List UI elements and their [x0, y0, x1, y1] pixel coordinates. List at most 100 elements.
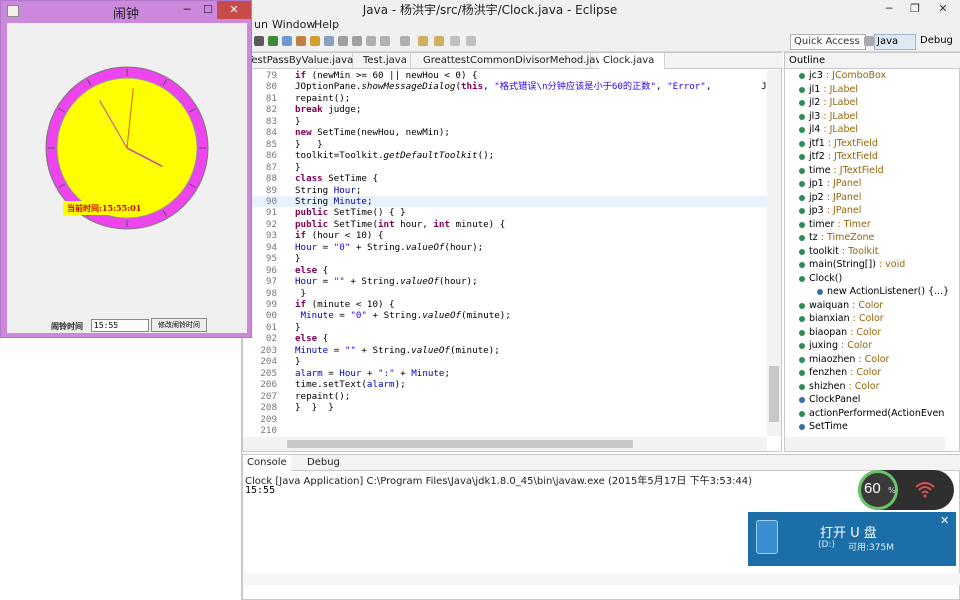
outline-item[interactable]: time : JTextField: [799, 164, 884, 178]
code-line[interactable]: 205 alarm = Hour + ":" + Minute;: [243, 368, 767, 379]
outline-item[interactable]: fenzhen : Color: [799, 366, 881, 380]
package-icon[interactable]: [310, 36, 320, 46]
outline-item[interactable]: jtf2 : JTextField: [799, 150, 878, 164]
code-line[interactable]: 79 if (newMin >= 60 || newHou < 0) {: [243, 70, 767, 81]
wifi-icon[interactable]: [914, 479, 936, 499]
code-line[interactable]: 83}: [243, 116, 767, 127]
outline-item[interactable]: tz : TimeZone: [799, 231, 874, 245]
outline-item[interactable]: waiquan : Color: [799, 299, 883, 313]
code-line[interactable]: 02 else {: [243, 333, 767, 344]
outline-item[interactable]: jtf1 : JTextField: [799, 137, 878, 151]
code-line[interactable]: 89 String Hour;: [243, 185, 767, 196]
close-button[interactable]: ✕: [930, 0, 956, 17]
close-icon[interactable]: ✕: [940, 514, 949, 527]
outline-item[interactable]: jp1 : JPanel: [799, 177, 861, 191]
code-line[interactable]: 84 new SetTime(newHou, newMin);: [243, 127, 767, 138]
performance-gauge[interactable]: 60 %: [858, 470, 954, 510]
perspective-java-button[interactable]: Java: [874, 34, 916, 50]
code-line[interactable]: 95}: [243, 253, 767, 264]
code-line[interactable]: 85} }: [243, 139, 767, 150]
change-alarm-button[interactable]: 修改闹铃时间: [151, 318, 207, 332]
open-perspective-icon[interactable]: [864, 36, 874, 46]
code-line[interactable]: 98 }: [243, 288, 767, 299]
code-line[interactable]: 80 JOptionPane.showMessageDialog(this, "格…: [243, 81, 767, 92]
code-line[interactable]: 93 if (hour < 10) {: [243, 230, 767, 241]
tools-icon[interactable]: [296, 36, 306, 46]
debug-icon[interactable]: [282, 36, 292, 46]
outline-item[interactable]: jp2 : JPanel: [799, 191, 861, 205]
outline-item[interactable]: SetTime: [799, 420, 848, 434]
editor-horizontal-thumb[interactable]: [287, 440, 633, 448]
code-line[interactable]: 81 repaint();: [243, 93, 767, 104]
code-line[interactable]: 92 public SetTime(int hour, int minute) {: [243, 219, 767, 230]
clock-close-button[interactable]: ✕: [217, 1, 251, 19]
code-line[interactable]: 86 toolkit=Toolkit.getDefaultToolkit();: [243, 150, 767, 161]
code-line[interactable]: 01}: [243, 322, 767, 333]
outline-item[interactable]: timer : Timer: [799, 218, 871, 232]
clock-minimize-button[interactable]: ─: [175, 1, 199, 19]
outline-item[interactable]: bianxian : Color: [799, 312, 884, 326]
tab-clock[interactable]: Clock.java: [599, 53, 665, 69]
console-horizontal-scrollbar[interactable]: [243, 573, 960, 585]
maximize-button[interactable]: ❐: [902, 0, 928, 17]
outline-horizontal-scrollbar[interactable]: [785, 437, 945, 451]
outline-item[interactable]: new ActionListener() {...}: [817, 285, 949, 299]
editor-horizontal-scrollbar[interactable]: [243, 437, 767, 451]
outline-item[interactable]: toolkit : Toolkit: [799, 245, 878, 259]
search-icon[interactable]: [324, 36, 334, 46]
code-line[interactable]: 82 break judge;: [243, 104, 767, 115]
tab-console[interactable]: Console: [243, 455, 291, 471]
tab-gcd-method[interactable]: GreattestCommonDivisorMehod.java: [419, 53, 607, 69]
code-line[interactable]: 208} } }: [243, 402, 767, 413]
outline-item[interactable]: jl1 : JLabel: [799, 83, 858, 97]
tab-testpassbyvalue[interactable]: TestPassByValue.java: [243, 53, 353, 69]
quick-access-input[interactable]: Quick Access: [790, 34, 866, 50]
clock-maximize-button[interactable]: ☐: [199, 1, 217, 19]
code-line[interactable]: 203 Minute = "" + String.valueOf(minute);: [243, 345, 767, 356]
code-line[interactable]: 90 String Minute;: [243, 195, 767, 208]
code-line[interactable]: 210: [243, 425, 767, 436]
alarm-time-input[interactable]: 15:55: [91, 319, 149, 332]
forward-icon[interactable]: [434, 36, 444, 46]
format-icon[interactable]: [366, 36, 376, 46]
back-icon[interactable]: [418, 36, 428, 46]
code-line[interactable]: 97 Hour = "" + String.valueOf(hour);: [243, 276, 767, 287]
code-line[interactable]: 91 public SetTime() { }: [243, 207, 767, 218]
annotation-icon[interactable]: [338, 36, 348, 46]
outline-item[interactable]: miaozhen : Color: [799, 353, 889, 367]
code-line[interactable]: 209: [243, 414, 767, 425]
perspective-debug-button[interactable]: Debug: [920, 34, 960, 50]
minimize-button[interactable]: ─: [876, 0, 902, 17]
editor-vertical-scrollbar[interactable]: [767, 70, 781, 436]
code-line[interactable]: 206 time.setText(alarm);: [243, 379, 767, 390]
outline-item[interactable]: Clock(): [799, 272, 842, 286]
menu-window[interactable]: Window: [272, 18, 315, 31]
nav-icon[interactable]: [450, 36, 460, 46]
editor-vertical-thumb[interactable]: [769, 366, 779, 422]
mark-icon[interactable]: [380, 36, 390, 46]
code-line[interactable]: 99 if (minute < 10) {: [243, 299, 767, 310]
new-icon[interactable]: [254, 36, 264, 46]
outline-item[interactable]: biaopan : Color: [799, 326, 881, 340]
code-line[interactable]: 204}: [243, 356, 767, 367]
tab-test[interactable]: Test.java: [359, 53, 411, 69]
outline-item[interactable]: juxing : Color: [799, 339, 872, 353]
code-line[interactable]: 96 else {: [243, 265, 767, 276]
run-icon[interactable]: [268, 36, 278, 46]
outline-item[interactable]: main(String[]) : void: [799, 258, 905, 272]
code-line[interactable]: 88 class SetTime {: [243, 173, 767, 184]
outline-item[interactable]: jl2 : JLabel: [799, 96, 858, 110]
outline-item[interactable]: jl4 : JLabel: [799, 123, 858, 137]
tab-debug[interactable]: Debug: [303, 455, 344, 471]
outline-item[interactable]: shizhen : Color: [799, 380, 880, 394]
outline-item[interactable]: jp3 : JPanel: [799, 204, 861, 218]
menu-help[interactable]: Help: [314, 18, 339, 31]
usb-notification[interactable]: 打开 U 盘 (D:) 可用:375M ✕: [748, 512, 956, 566]
code-line[interactable]: 94 Hour = "0" + String.valueOf(hour);: [243, 242, 767, 253]
code-line[interactable]: 87}: [243, 162, 767, 173]
menu-run[interactable]: un: [254, 18, 268, 31]
code-line[interactable]: 207 repaint();: [243, 391, 767, 402]
code-line[interactable]: 00 Minute = "0" + String.valueOf(minute)…: [243, 310, 767, 321]
outline-item[interactable]: ClockPanel: [799, 393, 860, 407]
toggle-icon[interactable]: [352, 36, 362, 46]
